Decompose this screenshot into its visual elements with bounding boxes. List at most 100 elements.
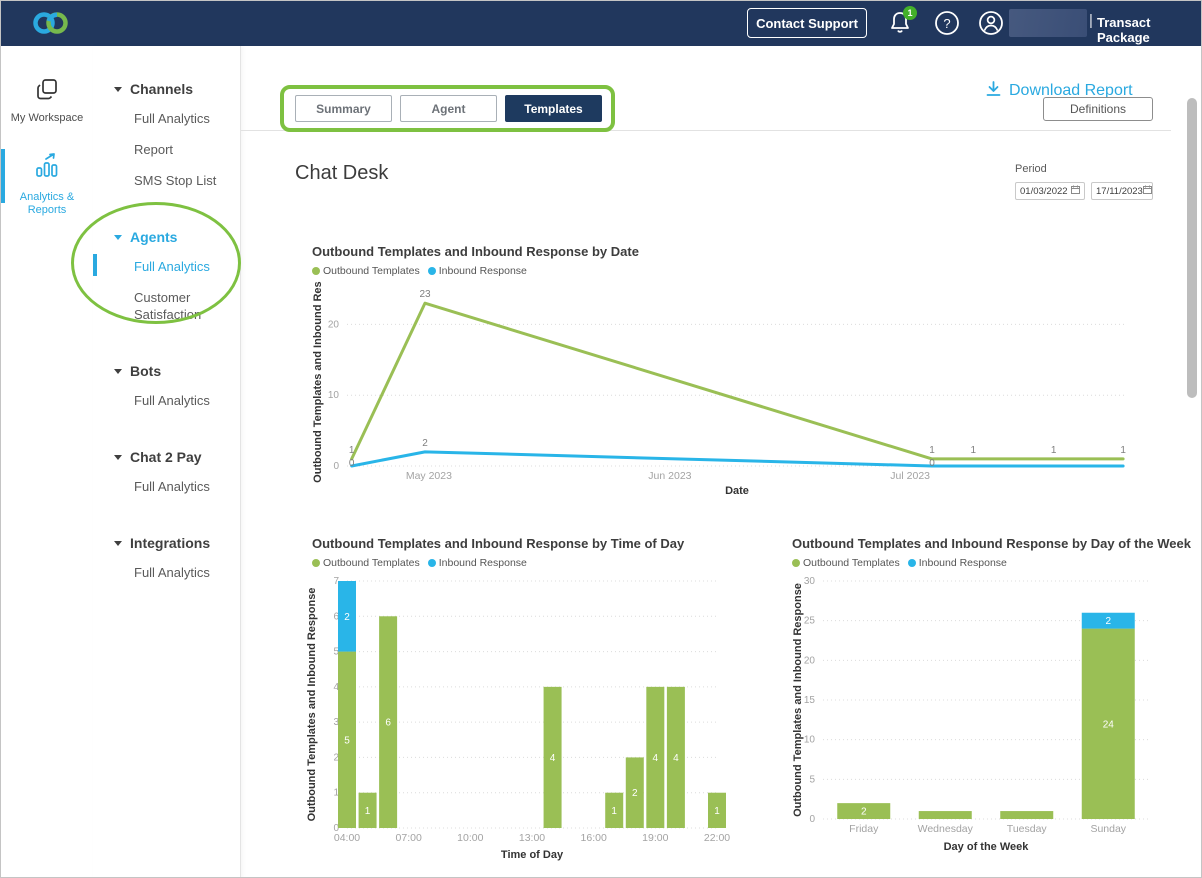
date-to-value: 17/11/2023 — [1096, 186, 1143, 197]
svg-text:10: 10 — [804, 735, 816, 746]
calendar-icon — [1143, 185, 1152, 197]
svg-text:Outbound Templates and Inbound: Outbound Templates and Inbound Response — [792, 583, 804, 817]
legend-dot-icon — [428, 267, 436, 275]
legend-label: Inbound Response — [439, 265, 527, 277]
svg-text:1: 1 — [929, 445, 935, 456]
nav-section-toggle-integrations[interactable]: Integrations — [114, 535, 240, 551]
nav-section-title: Chat 2 Pay — [130, 449, 202, 465]
svg-text:20: 20 — [328, 319, 340, 330]
sidebar-item-analytics-reports[interactable]: Analytics & Reports — [1, 151, 93, 217]
nav-item-bots-full-analytics[interactable]: Full Analytics — [134, 385, 234, 416]
tab-agent[interactable]: Agent — [400, 95, 497, 122]
svg-text:2: 2 — [422, 438, 428, 449]
contact-support-button[interactable]: Contact Support — [747, 8, 867, 38]
chevron-down-icon — [114, 87, 122, 92]
svg-text:Outbound Templates and Inbound: Outbound Templates and Inbound Response — [306, 588, 318, 822]
chevron-down-icon — [114, 455, 122, 460]
svg-text:Sunday: Sunday — [1090, 823, 1126, 835]
date-from-input[interactable]: 01/03/2022 — [1015, 182, 1085, 200]
nav-item-channels-report[interactable]: Report — [134, 134, 234, 165]
top-bar: Contact Support 1 ? | Transact Package — [1, 1, 1201, 46]
workspace-icon — [34, 89, 60, 106]
legend-item-inbound-response: Inbound Response — [908, 557, 1007, 569]
nav-section-title: Bots — [130, 363, 161, 379]
svg-text:Jun 2023: Jun 2023 — [648, 470, 691, 482]
svg-text:Day of the Week: Day of the Week — [944, 841, 1030, 853]
svg-text:24: 24 — [1103, 719, 1115, 730]
legend-label: Outbound Templates — [323, 265, 420, 277]
nav-section-title: Channels — [130, 81, 193, 97]
svg-text:1: 1 — [714, 806, 720, 817]
svg-text:6: 6 — [385, 718, 391, 729]
sidebar-item-my-workspace[interactable]: My Workspace — [1, 76, 93, 125]
svg-text:4: 4 — [550, 753, 556, 764]
svg-text:1: 1 — [1120, 445, 1126, 456]
notifications-bell-icon[interactable]: 1 — [887, 10, 913, 41]
nav-item-integrations-full-analytics[interactable]: Full Analytics — [134, 557, 234, 588]
vertical-scrollbar[interactable] — [1187, 98, 1197, 398]
app-window: Contact Support 1 ? | Transact Package — [0, 0, 1202, 878]
svg-text:07:00: 07:00 — [396, 832, 422, 844]
annotation-box-tabs: Summary Agent Templates — [280, 85, 615, 132]
nav-item-channels-sms-stop-list[interactable]: SMS Stop List — [134, 165, 234, 196]
legend-item-outbound-templates: Outbound Templates — [312, 265, 420, 277]
legend-dot-icon — [792, 559, 800, 567]
legend-dot-icon — [312, 559, 320, 567]
nav-section-toggle-channels[interactable]: Channels — [114, 81, 240, 97]
definitions-button[interactable]: Definitions — [1043, 97, 1153, 121]
nav-section-bots: Bots Full Analytics — [114, 363, 240, 416]
svg-text:?: ? — [943, 16, 950, 31]
svg-text:4: 4 — [653, 753, 659, 764]
legend-label: Outbound Templates — [803, 557, 900, 569]
notification-count-badge: 1 — [903, 6, 917, 20]
rail-item-label: My Workspace — [1, 112, 93, 125]
calendar-icon — [1071, 185, 1080, 197]
svg-text:1: 1 — [1051, 445, 1057, 456]
nav-section-integrations: Integrations Full Analytics — [114, 535, 240, 588]
help-icon[interactable]: ? — [934, 10, 960, 41]
nav-section-title: Agents — [130, 229, 177, 245]
nav-section-agents: Agents Full AnalyticsCustomer Satisfactio… — [114, 229, 240, 330]
rail-item-label: Analytics & Reports — [1, 191, 93, 217]
nav-section-toggle-chat-2-pay[interactable]: Chat 2 Pay — [114, 449, 240, 465]
package-label: Transact Package — [1097, 15, 1201, 45]
svg-text:1: 1 — [365, 806, 371, 817]
nav-item-agents-full-analytics[interactable]: Full Analytics — [134, 251, 234, 282]
icon-rail: My Workspace Analytics & Reports — [1, 46, 94, 878]
svg-text:04:00: 04:00 — [334, 832, 360, 844]
nav-section-toggle-bots[interactable]: Bots — [114, 363, 240, 379]
legend-dot-icon — [312, 267, 320, 275]
nav-section-channels: Channels Full AnalyticsReportSMS Stop Lis… — [114, 81, 240, 196]
date-to-input[interactable]: 17/11/2023 — [1091, 182, 1153, 200]
nav-item-channels-full-analytics[interactable]: Full Analytics — [134, 103, 234, 134]
svg-text:Friday: Friday — [849, 823, 879, 835]
tab-templates[interactable]: Templates — [505, 95, 602, 122]
svg-text:1: 1 — [349, 445, 355, 456]
nav-item-agents-customer-satisfaction[interactable]: Customer Satisfaction — [134, 282, 234, 330]
tab-summary[interactable]: Summary — [295, 95, 392, 122]
svg-text:Date: Date — [725, 485, 749, 497]
legend-item-inbound-response: Inbound Response — [428, 265, 527, 277]
username-redacted — [1009, 9, 1087, 37]
nav-item-chat-2-pay-full-analytics[interactable]: Full Analytics — [134, 471, 234, 502]
chevron-down-icon — [114, 369, 122, 374]
chart-title-by-date: Outbound Templates and Inbound Response … — [312, 244, 639, 259]
svg-text:Outbound Templates and Inbound: Outbound Templates and Inbound Res... — [312, 281, 324, 483]
svg-text:20: 20 — [804, 655, 816, 666]
brand-logo-icon[interactable] — [31, 9, 73, 42]
svg-text:10:00: 10:00 — [457, 832, 483, 844]
svg-text:5: 5 — [809, 774, 815, 785]
chevron-down-icon — [114, 235, 122, 240]
svg-text:Tuesday: Tuesday — [1007, 823, 1048, 835]
nav-section-toggle-agents[interactable]: Agents — [114, 229, 240, 245]
line-chart-by-date: 01020May 2023Jun 2023Jul 2023DateOutboun… — [309, 281, 1139, 499]
legend-label: Inbound Response — [919, 557, 1007, 569]
topbar-divider: | — [1089, 12, 1093, 29]
chart-legend: Outbound Templates Inbound Response — [792, 557, 1007, 569]
user-account-icon[interactable] — [978, 10, 1004, 41]
nav-section-title: Integrations — [130, 535, 210, 551]
svg-text:25: 25 — [804, 616, 816, 627]
svg-text:16:00: 16:00 — [581, 832, 607, 844]
bar-chart-by-time-of-day: 0123456704:0007:0010:0013:0016:0019:0022… — [301, 573, 751, 869]
svg-text:15: 15 — [804, 695, 816, 706]
